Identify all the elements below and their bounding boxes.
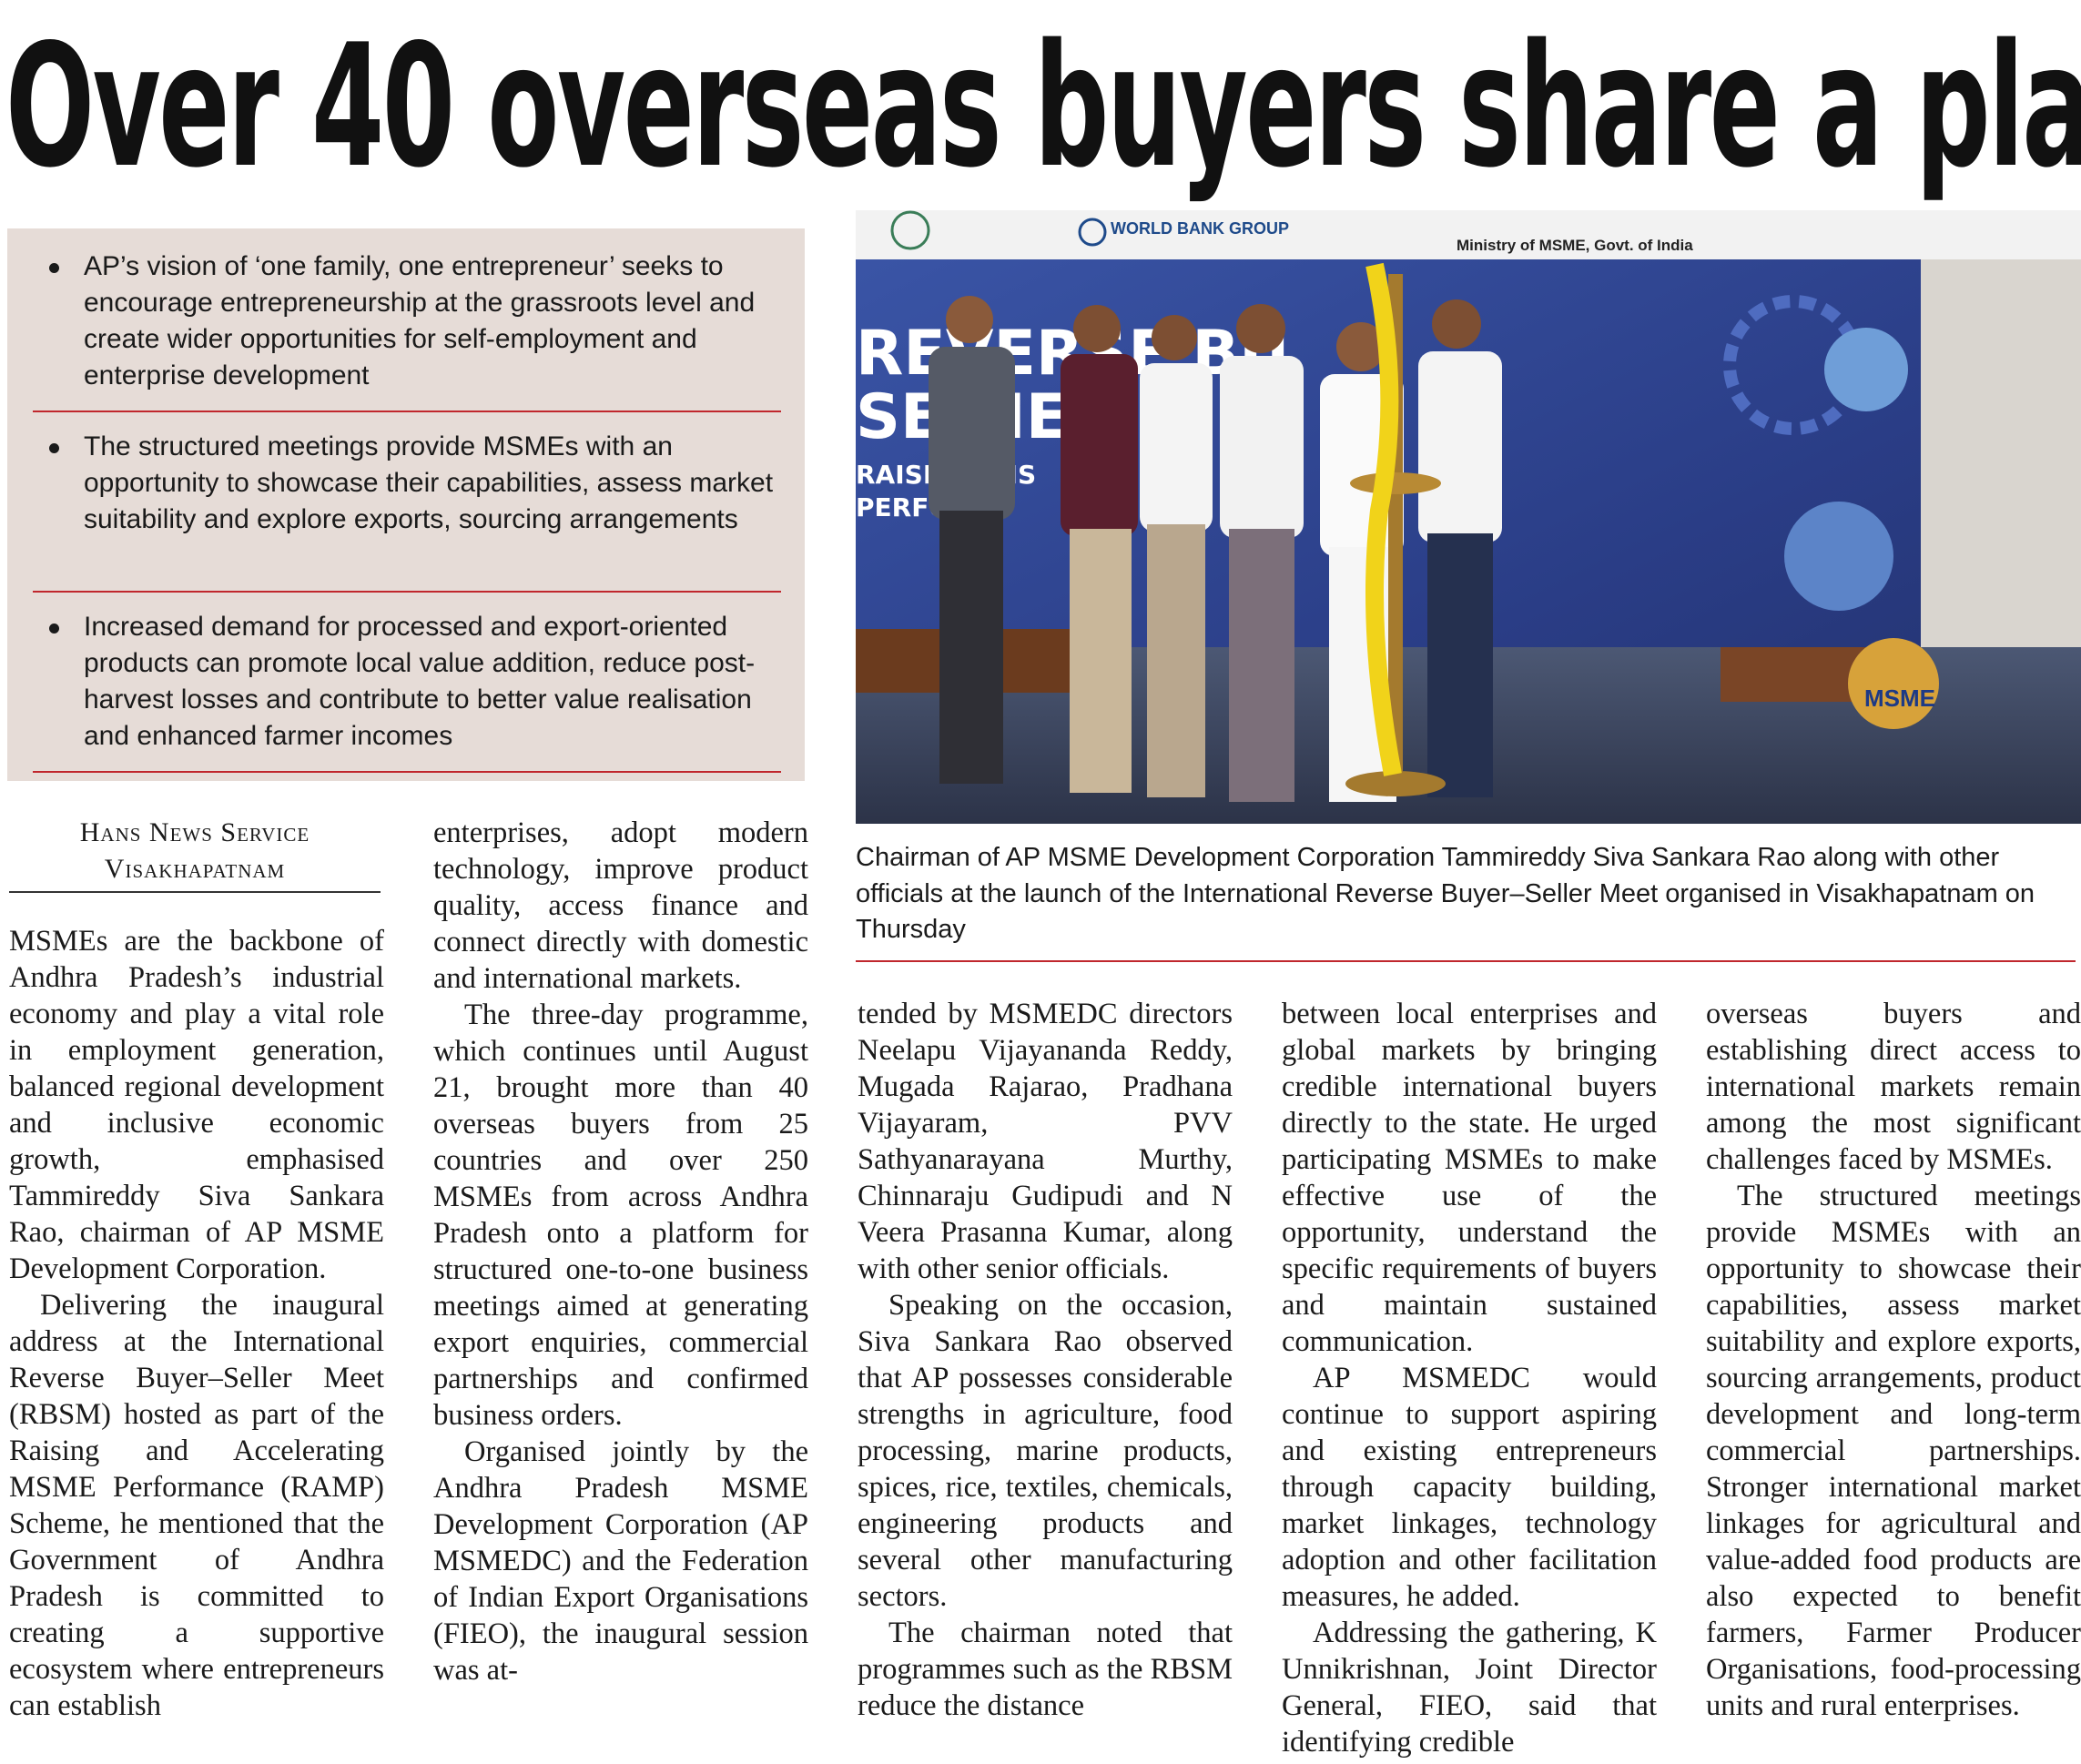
byline: Hans News Service Visakhapatnam <box>9 815 381 887</box>
event-photo-illustration: WORLD BANK GROUP Ministry of MSME, Govt.… <box>856 210 2081 824</box>
event-photo: WORLD BANK GROUP Ministry of MSME, Govt.… <box>856 210 2081 824</box>
paragraph: Organised jointly by the Andhra Pradesh … <box>433 1435 808 1687</box>
headline-text: Over 40 overseas buyers share a platform <box>5 7 2081 205</box>
byline-divider <box>9 891 381 893</box>
highlights-box: AP’s vision of ‘one family, one entrepre… <box>7 228 805 781</box>
ministry-text: Ministry of MSME, Govt. of India <box>1457 237 1693 254</box>
paragraph: Speaking on the occasion, Siva Sankara R… <box>858 1289 1233 1613</box>
article-column-2: enterprises, adopt modern technology, im… <box>433 815 808 1688</box>
paragraph: enterprises, adopt modern technology, im… <box>433 816 808 995</box>
paragraph: tended by MSMEDC directors Neelapu Vijay… <box>858 998 1233 1285</box>
article-column-3: tended by MSMEDC directors Neelapu Vijay… <box>858 996 1233 1724</box>
highlight-item: AP’s vision of ‘one family, one entrepre… <box>33 241 781 412</box>
article-column-5: overseas buyers and establishing direct … <box>1706 996 2081 1724</box>
byline-place: Visakhapatnam <box>104 854 286 884</box>
photo-caption: Chairman of AP MSME Development Corporat… <box>856 843 2035 944</box>
paragraph: between local enterprises and global mar… <box>1282 998 1657 1358</box>
headline: Over 40 overseas buyers share a platform <box>0 5 2081 208</box>
byline-service: Hans News Service <box>79 817 310 847</box>
article-column-4: between local enterprises and global mar… <box>1282 996 1657 1760</box>
paragraph: The chairman noted that programmes such … <box>858 1617 1233 1722</box>
highlight-text: Increased demand for processed and expor… <box>84 612 756 751</box>
paragraph: The structured meetings provide MSMEs wi… <box>1706 1180 2081 1722</box>
article-column-1: MSMEs are the backbone of Andhra Pradesh… <box>9 923 384 1724</box>
paragraph: AP MSMEDC would continue to support aspi… <box>1282 1362 1657 1613</box>
bank-text: WORLD BANK GROUP <box>1111 219 1289 238</box>
caption-divider <box>856 960 2076 962</box>
bullet-icon <box>49 623 59 634</box>
highlight-text: The structured meetings provide MSMEs wi… <box>84 431 774 534</box>
paragraph: MSMEs are the backbone of Andhra Pradesh… <box>9 925 384 1285</box>
paragraph: The three-day programme, which continues… <box>433 999 808 1432</box>
bullet-icon <box>49 443 59 453</box>
highlight-text: AP’s vision of ‘one family, one entrepre… <box>84 251 756 390</box>
highlight-item: Increased demand for processed and expor… <box>33 602 781 773</box>
msme-logo-text: MSME <box>1864 684 1935 712</box>
bullet-icon <box>49 263 59 273</box>
paragraph: Addressing the gathering, K Unnikrishnan… <box>1282 1617 1657 1759</box>
paragraph: overseas buyers and establishing direct … <box>1706 998 2081 1176</box>
highlight-item: The structured meetings provide MSMEs wi… <box>33 421 781 593</box>
paragraph: Delivering the inaugural address at the … <box>9 1289 384 1722</box>
